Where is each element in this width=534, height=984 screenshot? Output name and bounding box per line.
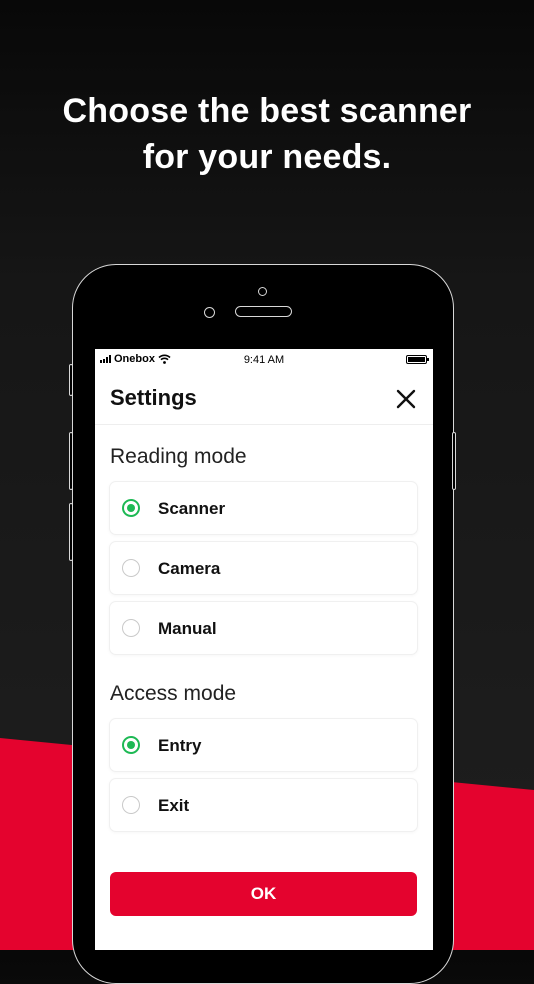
radio-unselected-icon[interactable] (122, 619, 140, 637)
reading-mode-label: Reading mode (110, 445, 247, 468)
option-label: Exit (158, 796, 190, 815)
option-label: Scanner (158, 499, 226, 518)
radio-unselected-icon[interactable] (122, 796, 140, 814)
option-label: Camera (158, 559, 221, 578)
option-label: Manual (158, 619, 217, 638)
phone-speaker (235, 306, 292, 317)
battery-icon (406, 355, 429, 364)
option-camera[interactable]: Camera (110, 542, 417, 594)
phone-volume-down-button (69, 503, 73, 561)
phone-power-button (452, 432, 456, 490)
settings-header: Settings (95, 371, 433, 425)
phone-sensor (204, 307, 215, 318)
close-icon[interactable] (394, 387, 418, 411)
page-title: Settings (110, 385, 197, 410)
headline-line-2: for your needs. (142, 138, 392, 176)
headline-line-1: Choose the best scanner (62, 92, 472, 130)
promo-headline: Choose the best scanner for your needs. (0, 88, 534, 180)
option-entry[interactable]: Entry (110, 719, 417, 771)
option-exit[interactable]: Exit (110, 779, 417, 831)
radio-selected-icon[interactable] (122, 736, 140, 754)
radio-selected-icon[interactable] (122, 499, 140, 517)
option-scanner[interactable]: Scanner (110, 482, 417, 534)
option-label: Entry (158, 736, 202, 755)
status-time: 9:41 AM (243, 354, 285, 366)
access-mode-label: Access mode (110, 682, 237, 705)
ok-button[interactable]: OK (110, 872, 417, 916)
radio-unselected-icon[interactable] (122, 559, 140, 577)
phone-mute-switch (69, 364, 73, 396)
status-bar: Onebox 9:41 AM (95, 349, 433, 371)
option-manual[interactable]: Manual (110, 602, 417, 654)
phone-camera (258, 287, 267, 296)
phone-screen: Onebox 9:41 AM Settings Reading mode Sca… (95, 349, 433, 950)
phone-volume-up-button (69, 432, 73, 490)
